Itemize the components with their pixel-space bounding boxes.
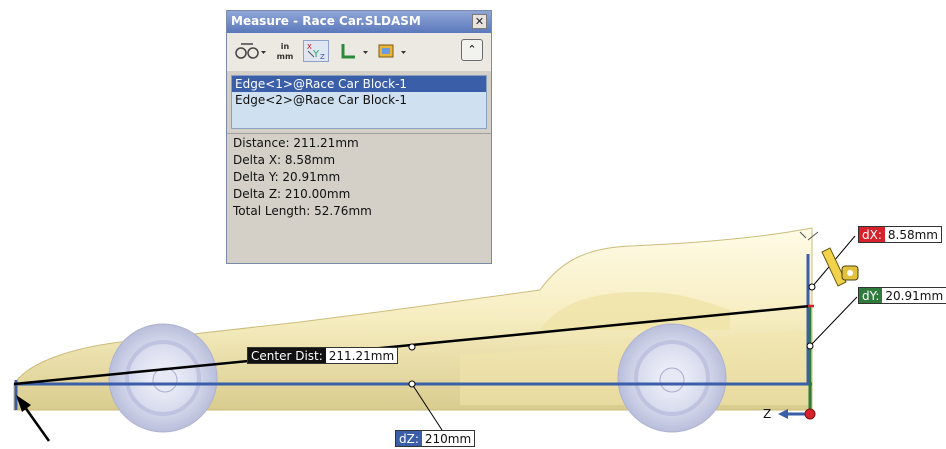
measure-toolbar: in mm X Y Z ⌃ <box>227 33 491 71</box>
dz-value: 210mm <box>424 432 472 446</box>
svg-text:X: X <box>307 43 312 51</box>
measure-dialog[interactable]: Measure - Race Car.SLDASM ✕ in mm X Y Z <box>226 10 492 264</box>
divider <box>227 133 491 134</box>
units-precision-button[interactable]: in mm <box>273 40 297 62</box>
center-dist-dot <box>408 343 416 351</box>
triad-z-label: Z <box>763 407 771 421</box>
dz-leader-dot <box>408 380 416 388</box>
center-dist-label: Center Dist: <box>248 348 326 363</box>
front-wheel[interactable] <box>108 323 218 433</box>
close-button[interactable]: ✕ <box>472 14 487 29</box>
dx-callout[interactable]: dX: 8.58mm <box>858 226 942 243</box>
selections-list[interactable]: Edge<1>@Race Car Block-1 Edge<2>@Race Ca… <box>231 75 487 129</box>
dy-leader-dot <box>806 342 814 350</box>
center-dist-value: 211.21mm <box>328 349 395 363</box>
dy-callout[interactable]: dY: 20.91mm <box>858 287 946 304</box>
dialog-titlebar[interactable]: Measure - Race Car.SLDASM ✕ <box>227 11 491 33</box>
selection-item[interactable]: Edge<1>@Race Car Block-1 <box>232 76 486 92</box>
dx-value: 8.58mm <box>887 228 938 242</box>
dx-leader-dot <box>808 283 816 291</box>
result-delta-z: Delta Z: 210.00mm <box>233 187 351 201</box>
result-total-length: Total Length: 52.76mm <box>233 204 372 218</box>
arc-circle-measure-icon <box>235 43 266 59</box>
center-dist-callout[interactable]: Center Dist: 211.21mm <box>247 347 399 364</box>
result-distance: Distance: 211.21mm <box>233 136 359 150</box>
units-top: in <box>280 42 290 51</box>
result-delta-y: Delta Y: 20.91mm <box>233 170 341 184</box>
rear-wheel[interactable] <box>617 323 727 433</box>
result-delta-x: Delta X: 8.58mm <box>233 153 336 167</box>
dialog-title: Measure - Race Car.SLDASM <box>231 14 421 28</box>
dy-leader <box>809 296 858 347</box>
results-panel: Distance: 211.21mm Delta X: 8.58mm Delta… <box>233 135 372 220</box>
dy-label: dY: <box>859 288 883 303</box>
arc-circle-measure-button[interactable] <box>233 40 267 62</box>
coordinate-system-button[interactable] <box>335 40 369 62</box>
dx-label: dX: <box>859 227 885 242</box>
show-xyz-button[interactable] <box>375 40 409 62</box>
xyz-measure-button[interactable]: X Y Z <box>303 40 329 62</box>
xyz-icon: X Y Z <box>307 43 325 61</box>
coordinate-system-icon <box>341 44 368 59</box>
svg-text:Z: Z <box>320 53 325 61</box>
units-bottom: mm <box>276 52 294 61</box>
dz-callout[interactable]: dZ: 210mm <box>395 430 476 447</box>
selection-item[interactable]: Edge<2>@Race Car Block-1 <box>232 92 486 108</box>
dz-label: dZ: <box>396 431 422 446</box>
projection-icon <box>378 44 406 58</box>
collapse-button[interactable]: ⌃ <box>461 39 483 61</box>
svg-text:Y: Y <box>312 49 320 60</box>
dy-value: 20.91mm <box>885 289 944 303</box>
